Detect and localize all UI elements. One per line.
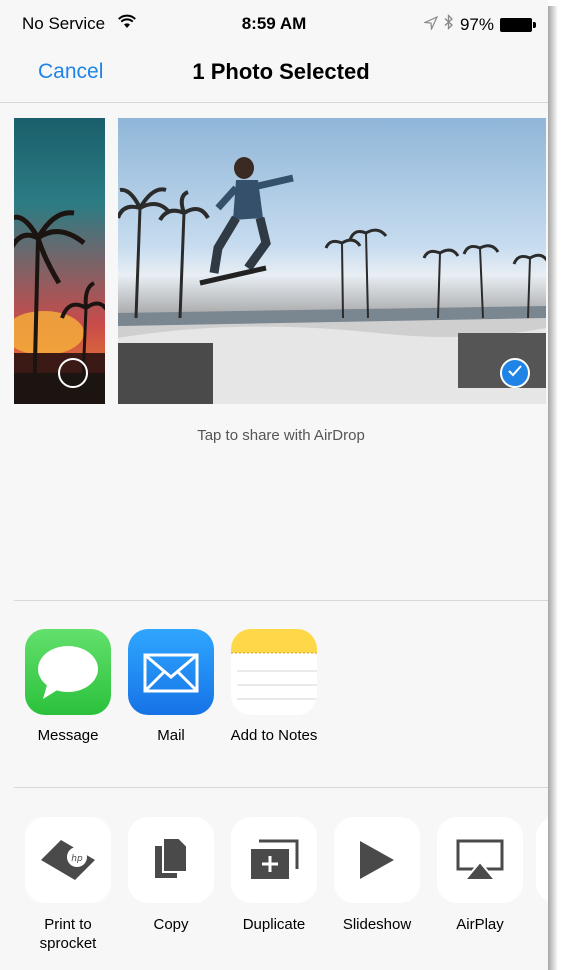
copy-icon — [128, 817, 214, 903]
share-sheet-screen: No Service 8:59 AM 97% Cancel 1 Photo Se… — [0, 0, 548, 970]
photo-selected-check[interactable] — [500, 358, 530, 388]
action-airplay[interactable]: AirPlay — [430, 817, 530, 934]
duplicate-icon — [231, 817, 317, 903]
photo-thumbnail-sunset[interactable] — [14, 118, 105, 404]
message-icon — [25, 629, 111, 715]
action-label: Duplicate — [242, 916, 306, 933]
bluetooth-icon — [444, 13, 454, 35]
action-label: Copy — [153, 916, 189, 933]
airplay-icon — [437, 817, 523, 903]
action-print-to-sprocket[interactable]: hp Print to sprocket — [18, 817, 118, 953]
action-duplicate[interactable]: Duplicate — [224, 817, 324, 934]
location-icon — [422, 15, 439, 35]
share-app-notes[interactable]: Add to Notes — [230, 629, 318, 744]
hp-sprocket-icon: hp — [25, 817, 111, 903]
section-divider — [14, 600, 548, 601]
photo-thumbnail-skater[interactable] — [118, 118, 546, 404]
app-label: Mail — [157, 727, 185, 744]
nav-bar: Cancel 1 Photo Selected — [0, 46, 548, 103]
photo-select-circle[interactable] — [58, 358, 88, 388]
battery-percent: 97% — [459, 14, 494, 34]
action-label: AirPlay — [456, 916, 504, 933]
share-app-message[interactable]: Message — [24, 629, 112, 744]
svg-text:hp: hp — [71, 854, 83, 864]
mail-icon — [128, 629, 214, 715]
action-label: Slideshow — [342, 916, 412, 933]
share-app-mail[interactable]: Mail — [127, 629, 215, 744]
app-label: Message — [37, 727, 99, 744]
checkmark-icon — [507, 364, 523, 383]
app-label: Add to Notes — [230, 727, 318, 744]
slideshow-icon — [334, 817, 420, 903]
notes-icon — [231, 629, 317, 715]
page-title: 1 Photo Selected — [192, 59, 370, 84]
status-bar: No Service 8:59 AM 97% — [0, 0, 548, 46]
action-copy[interactable]: Copy — [121, 817, 221, 934]
battery-icon — [500, 17, 536, 32]
section-divider — [14, 787, 548, 788]
more-actions-peek[interactable] — [536, 817, 548, 903]
window-shadow — [548, 6, 558, 970]
action-label: Print to sprocket — [39, 916, 97, 952]
airdrop-hint: Tap to share with AirDrop — [197, 427, 365, 444]
action-slideshow[interactable]: Slideshow — [327, 817, 427, 934]
